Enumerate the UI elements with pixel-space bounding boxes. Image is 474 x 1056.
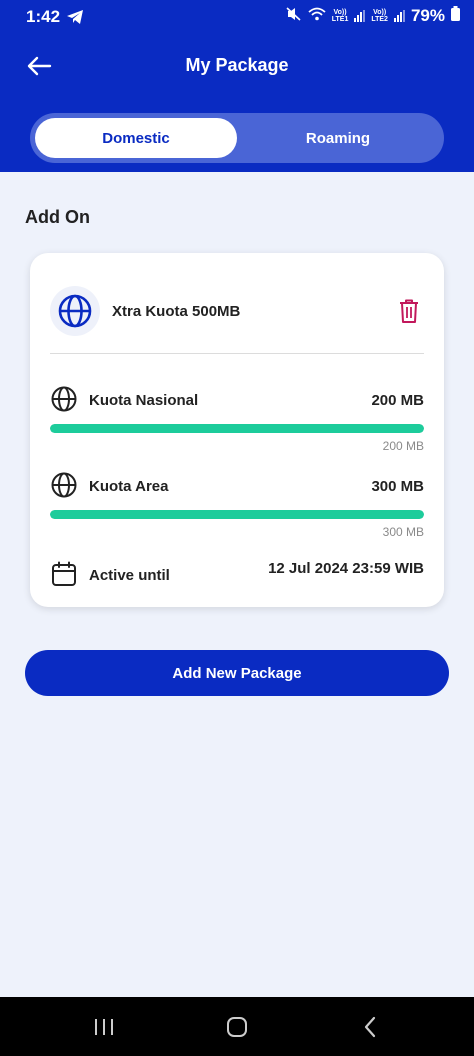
sim1-indicator: Vo)) LTE1	[331, 9, 349, 23]
package-tabs: Domestic Roaming	[30, 113, 444, 163]
back-icon[interactable]	[350, 1011, 390, 1043]
quota-label: Kuota Nasional	[89, 392, 199, 409]
trash-icon[interactable]	[398, 298, 420, 324]
globe-icon	[50, 471, 78, 499]
battery-icon	[451, 6, 460, 26]
page-title: My Package	[185, 55, 289, 75]
globe-icon	[50, 385, 78, 413]
signal-icon	[354, 10, 366, 22]
active-until-value: 12 Jul 2024 23:59 WIB	[268, 560, 424, 577]
quota-progress-bar	[50, 510, 424, 519]
add-new-package-button[interactable]: Add New Package	[25, 650, 449, 696]
quota-remaining: 200 MB	[382, 439, 424, 453]
package-icon	[50, 286, 100, 336]
quota-label: Kuota Area	[89, 478, 169, 495]
recent-apps-icon[interactable]	[84, 1011, 124, 1043]
home-icon[interactable]	[217, 1011, 257, 1043]
wifi-icon	[308, 7, 326, 26]
system-nav-bar	[0, 997, 474, 1056]
tab-roaming[interactable]: Roaming	[237, 118, 439, 158]
status-time: 1:42	[26, 7, 61, 26]
calendar-icon	[50, 560, 78, 588]
app-bar: My Package	[0, 44, 474, 88]
tab-domestic[interactable]: Domestic	[35, 118, 237, 158]
quota-progress-fill	[50, 510, 424, 519]
quota-remaining: 300 MB	[382, 525, 424, 539]
signal-icon	[393, 10, 405, 22]
quota-progress-bar	[50, 424, 424, 433]
sim2-indicator: Vo)) LTE2	[371, 9, 388, 23]
battery-percentage: 79%	[410, 6, 445, 25]
divider	[50, 353, 424, 354]
active-until-label: Active until	[89, 567, 170, 584]
package-card: Xtra Kuota 500MB Kuota Nasional 200 MB 2…	[30, 253, 444, 607]
status-bar: 1:42 Vo)) LTE1 Vo)) LTE2 79%	[0, 0, 474, 34]
mute-icon	[286, 6, 302, 26]
quota-value: 200 MB	[371, 392, 424, 409]
package-name: Xtra Kuota 500MB	[112, 303, 241, 320]
header: 1:42 Vo)) LTE1 Vo)) LTE2 79% My Package …	[0, 0, 474, 172]
globe-icon	[58, 294, 92, 328]
quota-progress-fill	[50, 424, 424, 433]
telegram-icon	[66, 9, 84, 30]
status-icons: Vo)) LTE1 Vo)) LTE2 79%	[286, 6, 460, 26]
quota-value: 300 MB	[371, 478, 424, 495]
section-title: Add On	[25, 207, 90, 227]
